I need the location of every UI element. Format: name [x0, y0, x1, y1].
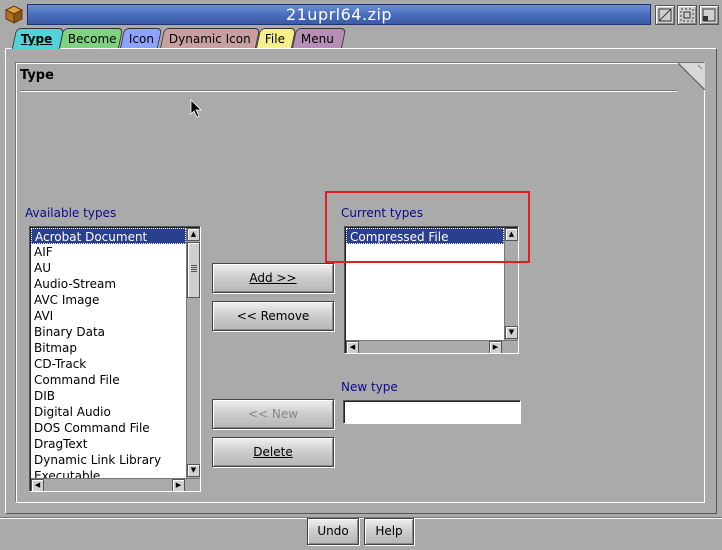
list-item[interactable]: AVC Image: [31, 292, 186, 308]
list-item[interactable]: CD-Track: [31, 356, 186, 372]
tab-dynamic-icon[interactable]: Dynamic Icon: [159, 28, 261, 49]
list-item[interactable]: AVI: [31, 308, 186, 324]
available-horizontal-scrollbar[interactable]: ◀ ▶: [31, 478, 200, 491]
add-button[interactable]: Add >>: [212, 263, 334, 293]
list-item[interactable]: Binary Data: [31, 324, 186, 340]
tab-type[interactable]: Type: [11, 28, 65, 49]
list-item[interactable]: DOS Command File: [31, 420, 186, 436]
group-divider: [20, 90, 677, 92]
delete-button[interactable]: Delete: [212, 437, 334, 467]
remove-button[interactable]: << Remove: [212, 301, 334, 331]
list-item[interactable]: DragText: [31, 436, 186, 452]
highlight-box: [325, 191, 530, 263]
scroll-up-icon[interactable]: ▲: [187, 228, 200, 241]
zoom-icon: [658, 8, 672, 22]
new-type-label: New type: [341, 380, 398, 394]
available-types-label: Available types: [25, 206, 117, 220]
tab-become[interactable]: Become: [58, 28, 124, 49]
group-title: Type: [20, 68, 54, 83]
list-item[interactable]: Audio-Stream: [31, 276, 186, 292]
tab-menu[interactable]: Menu: [291, 28, 347, 49]
list-item[interactable]: DIB: [31, 388, 186, 404]
current-horizontal-scrollbar[interactable]: ◀ ▶: [346, 340, 518, 353]
tab-file[interactable]: File: [255, 28, 297, 49]
list-item[interactable]: Bitmap: [31, 340, 186, 356]
available-vertical-scrollbar[interactable]: ▲ ▼: [186, 228, 200, 478]
undo-button[interactable]: Undo: [307, 518, 359, 545]
depth-icon: [680, 8, 694, 22]
list-item[interactable]: Dynamic Link Library: [31, 452, 186, 468]
scroll-left-icon[interactable]: ◀: [346, 341, 359, 353]
zoom-button[interactable]: [655, 5, 675, 25]
new-type-input[interactable]: [343, 400, 521, 424]
list-item[interactable]: Acrobat Document: [31, 228, 186, 244]
tab-icon[interactable]: Icon: [119, 28, 163, 49]
scroll-down-icon[interactable]: ▼: [505, 326, 518, 339]
list-item[interactable]: Executable: [31, 468, 186, 478]
package-icon[interactable]: [3, 3, 25, 25]
help-button[interactable]: Help: [364, 518, 414, 545]
iconify-icon: [702, 8, 716, 22]
list-item[interactable]: AU: [31, 260, 186, 276]
window-title: 21uprl64.zip: [27, 4, 651, 25]
list-item[interactable]: Command File: [31, 372, 186, 388]
list-item[interactable]: Digital Audio: [31, 404, 186, 420]
available-types-list[interactable]: Acrobat Document AIF AU Audio-Stream AVC…: [29, 226, 201, 492]
scroll-left-icon[interactable]: ◀: [31, 479, 44, 491]
scroll-thumb[interactable]: [187, 242, 200, 298]
iconify-button[interactable]: [699, 5, 719, 25]
scroll-right-icon[interactable]: ▶: [172, 479, 185, 491]
depth-button[interactable]: [677, 5, 697, 25]
new-button[interactable]: << New: [212, 399, 334, 429]
bottom-divider: [0, 517, 722, 519]
list-item[interactable]: AIF: [31, 244, 186, 260]
page-corner-icon[interactable]: [678, 63, 705, 90]
mouse-pointer-icon: [190, 99, 202, 118]
scroll-right-icon[interactable]: ▶: [489, 341, 502, 353]
scroll-down-icon[interactable]: ▼: [187, 464, 200, 477]
